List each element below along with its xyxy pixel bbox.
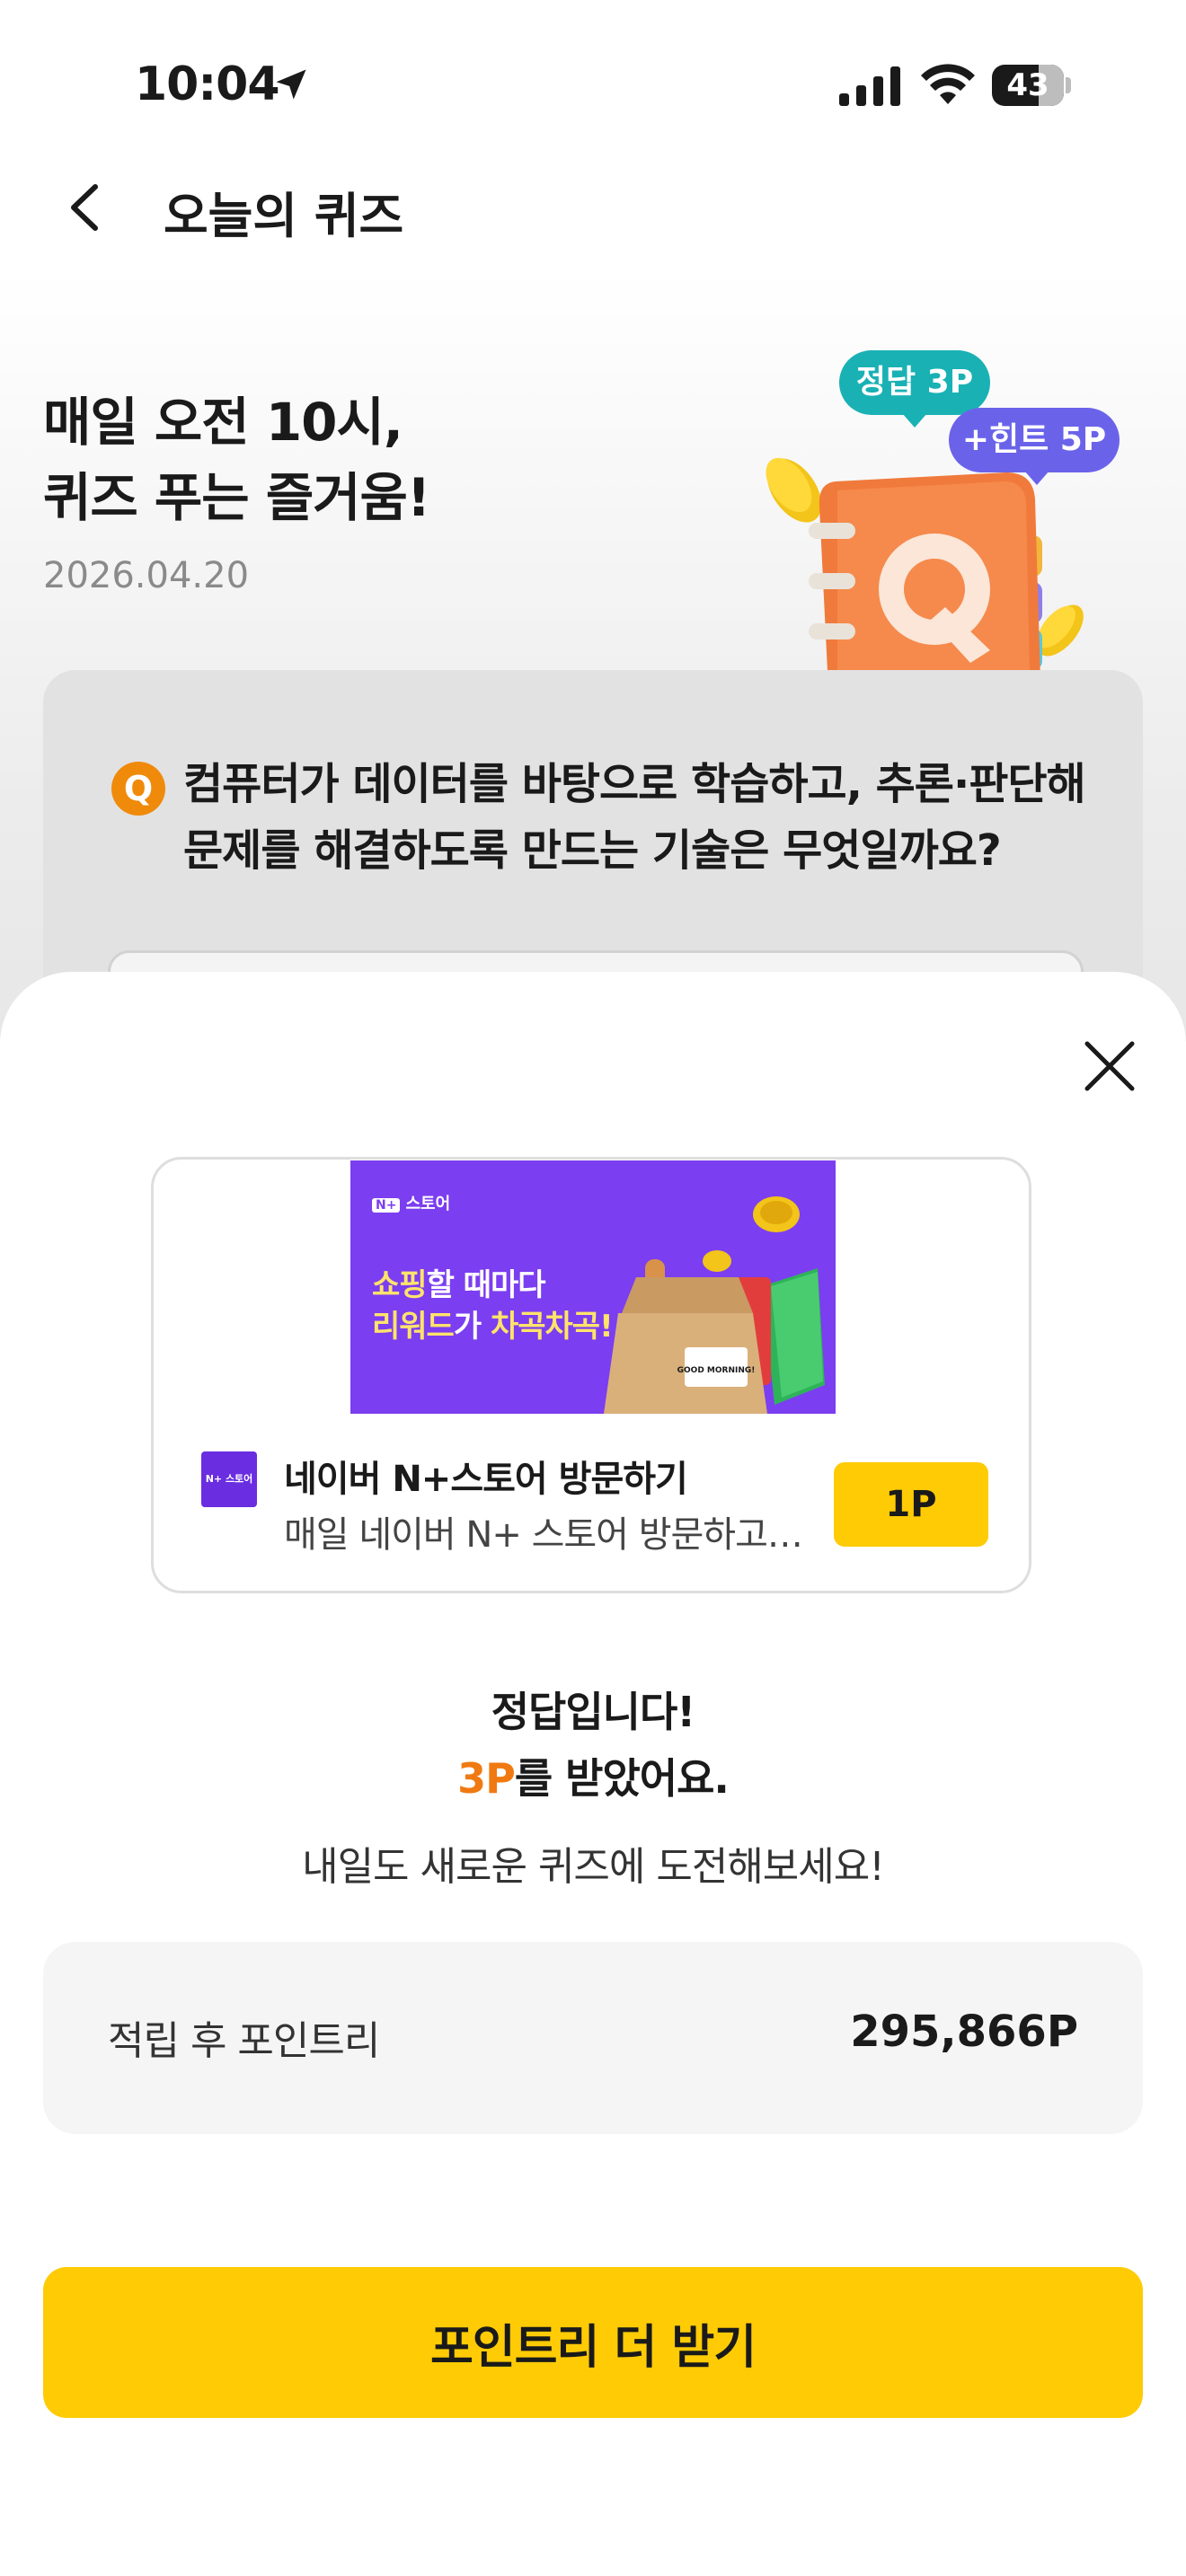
ad-title: 네이버 N+스토어 방문하기 <box>284 1459 688 1500</box>
ad-point-button[interactable]: 1P <box>834 1462 988 1547</box>
back-button[interactable] <box>58 176 111 239</box>
ad-banner[interactable]: N+ 스토어 쇼핑할 때마다 리워드가 차곡차곡! GOOD MORNING! <box>350 1160 836 1414</box>
close-icon[interactable] <box>1075 1031 1145 1101</box>
hint-points-label: +힌트 5P <box>961 421 1107 458</box>
hero-title-line2: 퀴즈 푸는 즐거움! <box>43 467 430 528</box>
earned-points-suffix: 를 받았어요. <box>514 1754 730 1803</box>
ad-headline-line2-mid: 가 <box>453 1309 491 1345</box>
location-arrow-icon <box>276 69 306 100</box>
result-subtitle: 내일도 새로운 퀴즈에 도전해보세요! <box>302 1844 885 1890</box>
ad-thumbnail-label: N+ 스토어 <box>205 1473 253 1485</box>
question-badge: Q <box>111 762 165 816</box>
naver-plus-logo: N+ <box>372 1198 401 1213</box>
ad-headline-line1-rest: 할 때마다 <box>426 1267 546 1303</box>
wifi-icon <box>921 64 975 104</box>
result-title: 정답입니다! <box>491 1688 696 1736</box>
result-points-message: 3P를 받았어요. <box>0 1746 1186 1805</box>
ad-headline-highlight-1: 쇼핑 <box>372 1267 428 1303</box>
hint-points-bubble: +힌트 5P <box>949 408 1120 485</box>
quiz-date: 2026.04.20 <box>43 555 250 596</box>
answer-points-bubble: 정답 3P <box>839 350 990 428</box>
cellular-signal-icon <box>839 66 900 106</box>
point-balance-value: 295,866P <box>850 2007 1078 2057</box>
ad-thumbnail: N+ 스토어 <box>201 1451 257 1507</box>
ad-banner-headline: 쇼핑할 때마다 리워드가 차곡차곡! <box>372 1265 614 1347</box>
battery-level: 43 <box>1006 67 1049 103</box>
get-more-points-button[interactable]: 포인트리 더 받기 <box>43 2267 1143 2418</box>
point-balance-label: 적립 후 포인트리 <box>108 2018 380 2064</box>
earned-points: 3P <box>457 1754 516 1803</box>
hero-title-line1: 매일 오전 10시, <box>43 392 403 453</box>
ad-description: 매일 네이버 N+ 스토어 방문하고 포인트 받기 <box>284 1514 805 1556</box>
ad-banner-brand: N+ 스토어 <box>372 1191 450 1214</box>
ad-banner-brand-label: 스토어 <box>405 1195 451 1213</box>
answer-points-label: 정답 3P <box>855 364 974 401</box>
ad-headline-highlight-2: 리워드 <box>372 1309 455 1345</box>
status-time: 10:04 <box>135 57 280 111</box>
hero-title: 매일 오전 10시, 퀴즈 푸는 즐거움! <box>43 384 430 535</box>
ad-bag-label: GOOD MORNING! <box>677 1366 756 1375</box>
question-text: 컴퓨터가 데이터를 바탕으로 학습하고, 추론·판단해 문제를 해결하도록 만드… <box>183 759 1086 876</box>
page-title: 오늘의 퀴즈 <box>164 188 404 244</box>
battery-icon: 43 <box>992 65 1071 106</box>
shopping-bag-illustration: GOOD MORNING! <box>604 1196 825 1414</box>
